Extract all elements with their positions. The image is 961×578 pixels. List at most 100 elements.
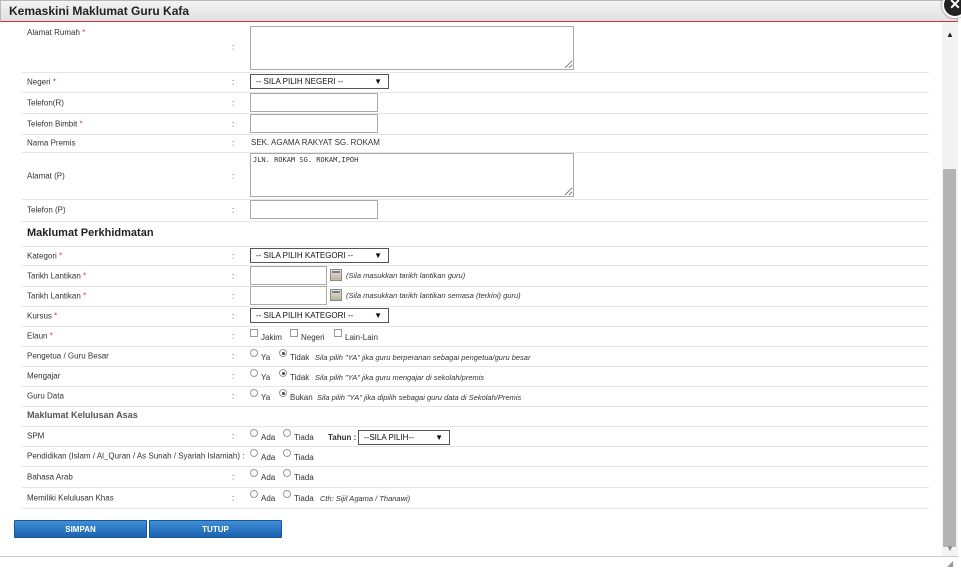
pengetua-ya-radio[interactable]: Ya xyxy=(250,349,270,362)
radio-button[interactable] xyxy=(250,469,258,477)
telefon-p-input[interactable] xyxy=(250,200,378,219)
scroll-down-icon[interactable]: ▼ xyxy=(946,544,954,553)
radio-button[interactable] xyxy=(250,349,258,357)
mengajar-note: Sila pilih "YA" jika guru mengajar di se… xyxy=(315,373,485,382)
tarikh-lantikan-label: Tarikh Lantikan xyxy=(27,271,81,280)
row-guru-data: Guru Data : Ya Bukan Sila pilih "YA" jik… xyxy=(22,386,929,407)
tahun-label: Tahun : xyxy=(328,433,357,442)
mengajar-tidak-radio[interactable]: Tidak xyxy=(279,369,309,382)
tahun-select[interactable]: --SILA PILIH-- ▼ xyxy=(358,430,450,445)
kelulusan-khas-tiada-radio[interactable]: Tiada xyxy=(283,490,314,503)
radio-button[interactable] xyxy=(250,490,258,498)
guru-data-bukan-radio[interactable]: Bukan xyxy=(279,389,313,402)
elaun-option-lain-lain[interactable]: Lain-Lain xyxy=(334,329,378,342)
radio-label: Tidak xyxy=(290,353,310,362)
row-alamat-rumah: Alamat Rumah * : xyxy=(22,22,929,73)
calendar-icon[interactable] xyxy=(330,269,342,281)
tarikh-lantikan-note: (Sila masukkan tarikh lantikan guru) xyxy=(346,271,466,280)
dialog-content: Alamat Rumah * : Negeri * : -- SILA PILI… xyxy=(2,22,942,556)
nama-premis-value: SEK. AGAMA RAKYAT SG. ROKAM xyxy=(251,138,380,147)
radio-button[interactable] xyxy=(283,469,291,477)
colon: : xyxy=(232,98,235,107)
radio-label: Ada xyxy=(261,433,276,442)
mengajar-ya-radio[interactable]: Ya xyxy=(250,369,270,382)
radio-label: Bukan xyxy=(290,393,313,402)
telefon-bimbit-input[interactable] xyxy=(250,114,378,133)
elaun-option-label: Jakim xyxy=(261,333,282,342)
row-kursus: Kursus * : -- SILA PILIH KATEGORI -- ▼ xyxy=(22,306,929,327)
row-elaun: Elaun * : Jakim Negeri Lain-Lain xyxy=(22,326,929,347)
colon: : xyxy=(232,171,235,180)
guru-data-ya-radio[interactable]: Ya xyxy=(250,389,270,402)
scroll-up-icon[interactable]: ▲ xyxy=(946,30,954,39)
pendidikan-ada-radio[interactable]: Ada xyxy=(250,449,275,462)
bahasa-arab-ada-radio[interactable]: Ada xyxy=(250,469,276,482)
radio-button[interactable] xyxy=(250,389,258,397)
negeri-select[interactable]: -- SILA PILIH NEGERI -- ▼ xyxy=(250,74,389,89)
calendar-icon[interactable] xyxy=(330,289,342,301)
radio-label: Ada xyxy=(261,494,276,503)
tarikh-lantikan-semasa-input[interactable] xyxy=(250,286,327,305)
required-mark: * xyxy=(82,28,86,37)
guru-data-label: Guru Data xyxy=(27,391,64,401)
telefon-r-label: Telefon(R) xyxy=(27,98,64,107)
elaun-option-negeri[interactable]: Negeri xyxy=(290,329,325,342)
required-mark: * xyxy=(52,77,56,87)
kursus-select[interactable]: -- SILA PILIH KATEGORI -- ▼ xyxy=(250,308,389,323)
spm-ada-radio[interactable]: Ada xyxy=(250,429,276,442)
pendidikan-tiada-radio[interactable]: Tiada xyxy=(283,449,314,462)
checkbox[interactable] xyxy=(250,329,258,337)
required-mark: * xyxy=(59,251,63,260)
tahun-select-value: --SILA PILIH-- xyxy=(364,433,414,442)
row-telefon-r: Telefon(R) : xyxy=(22,92,929,114)
radio-button[interactable] xyxy=(283,449,291,457)
spm-tiada-radio[interactable]: Tiada xyxy=(283,429,314,442)
row-mengajar: Mengajar : Ya Tidak Sila pilih "YA" jika… xyxy=(22,366,929,387)
kelulusan-khas-ada-radio[interactable]: Ada xyxy=(250,490,276,503)
radio-label: Ada xyxy=(261,473,276,482)
alamat-p-textarea[interactable]: JLN. ROKAM SG. ROKAM,IPOH xyxy=(250,153,574,197)
tarikh-lantikan-semasa-note: (Sila masukkan tarikh lantikan semasa (t… xyxy=(346,291,521,300)
edit-teacher-dialog: Kemaskini Maklumat Guru Kafa ✕ Alamat Ru… xyxy=(0,0,961,578)
checkbox[interactable] xyxy=(290,329,298,337)
radio-button[interactable] xyxy=(283,490,291,498)
radio-button[interactable] xyxy=(279,349,287,357)
dialog-titlebar: Kemaskini Maklumat Guru Kafa xyxy=(0,0,958,22)
telefon-r-input[interactable] xyxy=(250,93,378,112)
radio-label: Tiada xyxy=(294,494,314,503)
row-telefon-p: Telefon (P) : xyxy=(22,199,929,222)
kategori-select[interactable]: -- SILA PILIH KATEGORI -- ▼ xyxy=(250,248,389,263)
row-negeri: Negeri * : -- SILA PILIH NEGERI -- ▼ xyxy=(22,72,929,93)
radio-button[interactable] xyxy=(279,369,287,377)
colon: : xyxy=(232,271,235,280)
pengetua-tidak-radio[interactable]: Tidak xyxy=(279,349,310,362)
alamat-rumah-textarea[interactable] xyxy=(250,26,574,70)
telefon-p-label: Telefon (P) xyxy=(27,205,66,215)
radio-button[interactable] xyxy=(250,429,258,437)
save-button[interactable]: SIMPAN xyxy=(14,520,147,538)
elaun-option-jakim[interactable]: Jakim xyxy=(250,329,282,342)
elaun-label: Elaun xyxy=(27,331,48,341)
elaun-option-label: Lain-Lain xyxy=(345,333,378,342)
tarikh-lantikan-input[interactable] xyxy=(250,266,327,285)
resize-grip-icon[interactable]: ◢ xyxy=(947,559,953,568)
vertical-scrollbar[interactable]: ▲ ▼ xyxy=(942,22,958,556)
radio-button[interactable] xyxy=(250,369,258,377)
radio-button[interactable] xyxy=(279,389,287,397)
row-kelulusan-khas: Memiliki Kelulusan Khas : Ada Tiada Cth:… xyxy=(22,487,929,509)
colon: : xyxy=(232,205,235,215)
telefon-bimbit-label: Telefon Bimbit xyxy=(27,119,78,128)
radio-button[interactable] xyxy=(250,449,258,457)
checkbox[interactable] xyxy=(334,329,342,337)
pendidikan-label: Pendidikan (Islam / Al_Quran / As Sunah … xyxy=(27,451,245,461)
row-telefon-bimbit: Telefon Bimbit * : xyxy=(22,113,929,135)
radio-button[interactable] xyxy=(283,429,291,437)
row-nama-premis: Nama Premis : SEK. AGAMA RAKYAT SG. ROKA… xyxy=(22,134,929,153)
colon: : xyxy=(232,331,235,341)
row-perkhidmatan-heading: Maklumat Perkhidmatan xyxy=(22,221,929,247)
row-pendidikan: Pendidikan (Islam / Al_Quran / As Sunah … xyxy=(22,446,929,467)
bahasa-arab-tiada-radio[interactable]: Tiada xyxy=(283,469,314,482)
chevron-down-icon: ▼ xyxy=(435,433,443,442)
close-button[interactable]: TUTUP xyxy=(149,520,282,538)
scrollbar-thumb[interactable] xyxy=(943,169,956,547)
